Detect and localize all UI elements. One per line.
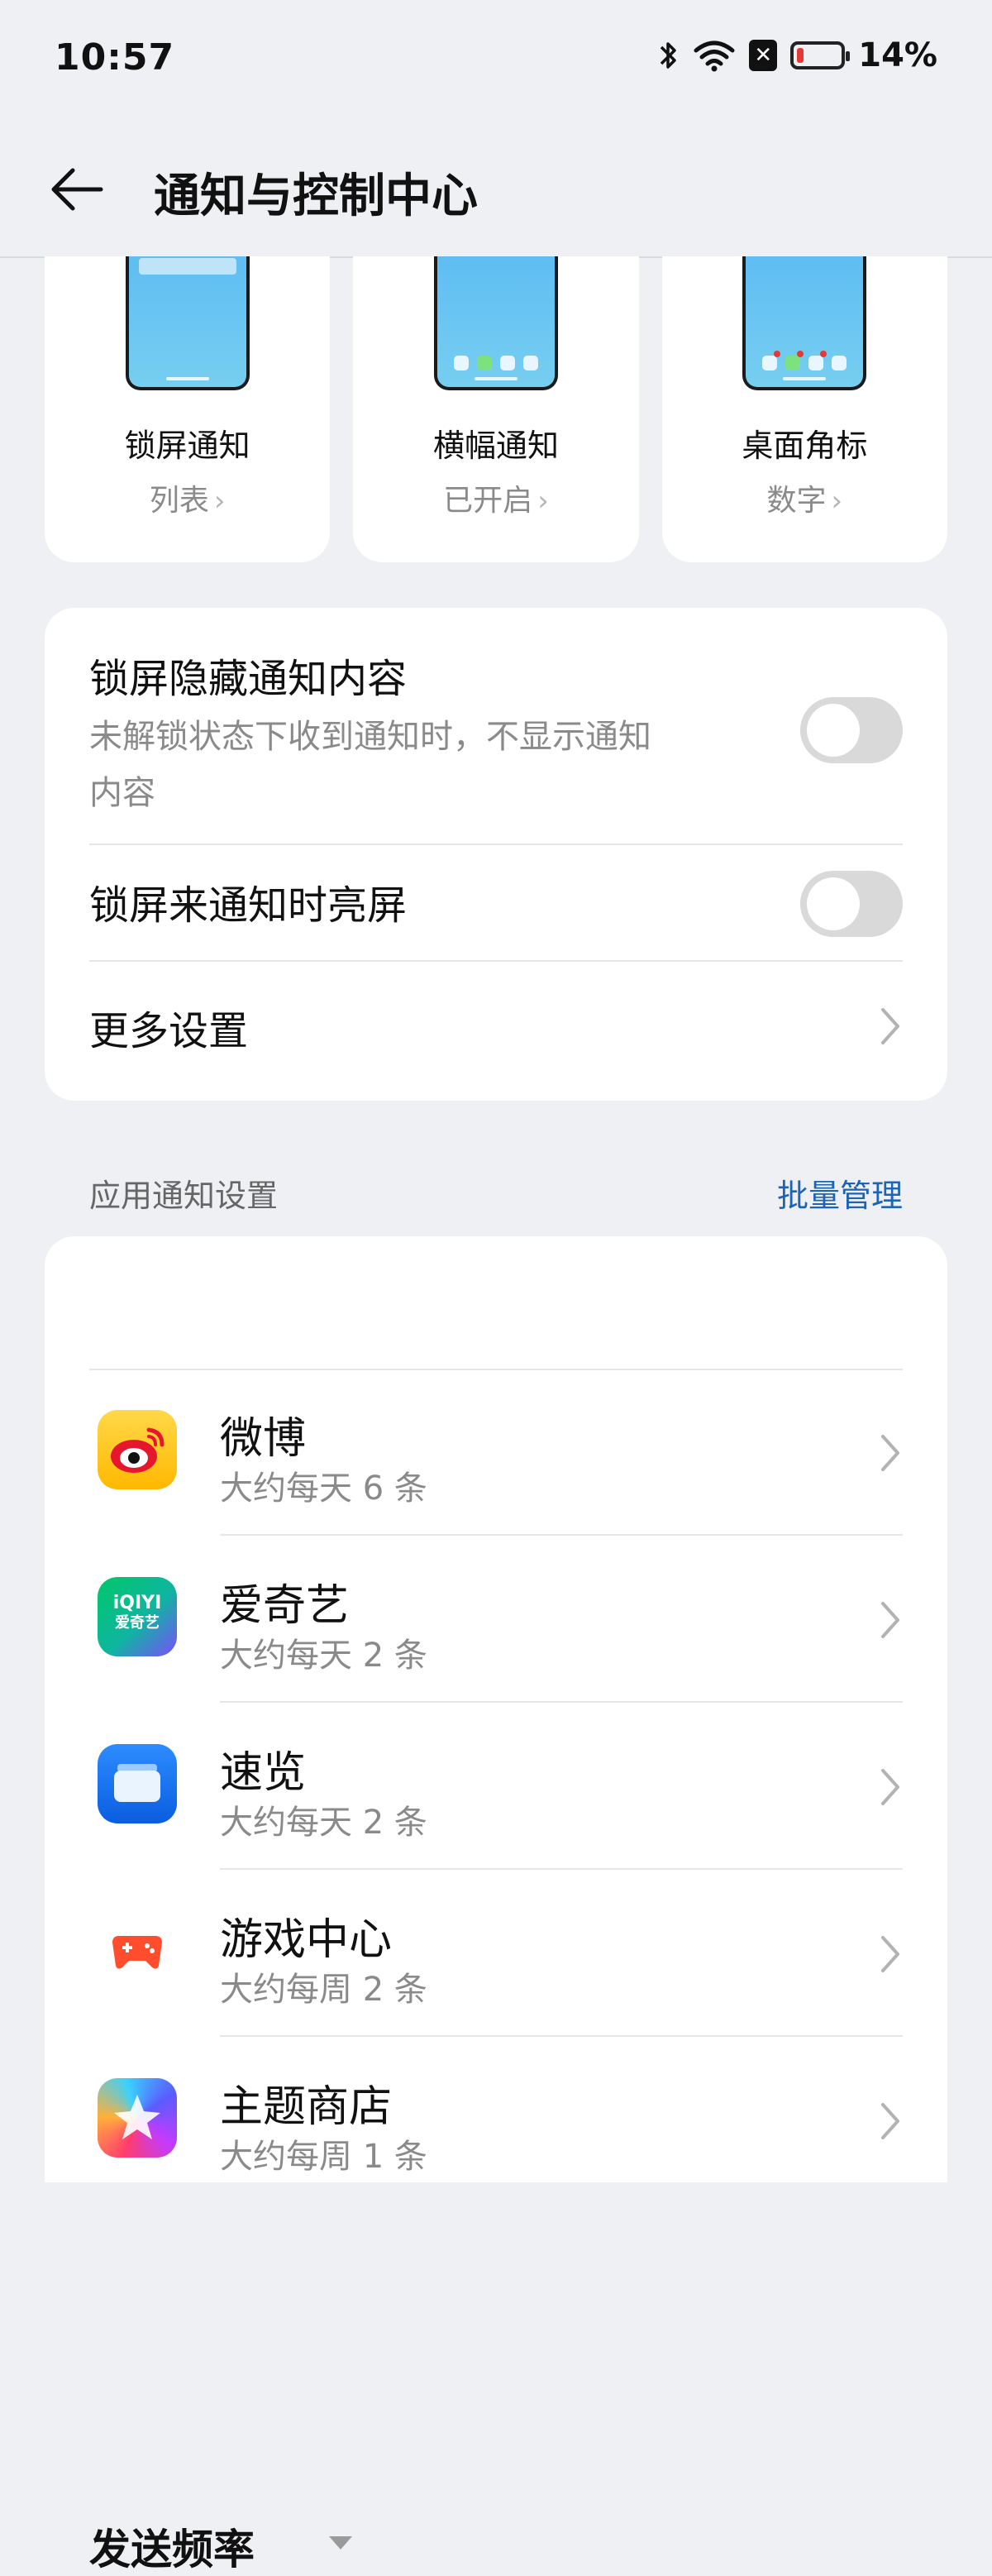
- status-time: 10:57: [55, 36, 175, 79]
- wake-screen-title: 锁屏来通知时亮屏: [89, 882, 408, 929]
- hide-content-subtitle: 未解锁状态下收到通知时，不显示通知 内容: [89, 718, 651, 812]
- more-settings-row[interactable]: 更多设置: [89, 998, 903, 1056]
- app-name: 游戏中心: [220, 1915, 393, 1965]
- app-row-sulan[interactable]: 速览 大约每天 2 条: [45, 1704, 947, 1870]
- sort-dropdown[interactable]: 发送频率: [89, 2516, 255, 2576]
- lockscreen-preview-image: [125, 256, 250, 390]
- app-row-theme-store[interactable]: 主题商店 大约每周 1 条: [45, 2038, 947, 2204]
- card-value: 数字 ›: [766, 484, 843, 518]
- sim-off-icon: ✕: [749, 40, 778, 71]
- wifi-icon: [694, 41, 735, 72]
- app-row-weibo[interactable]: 微博 大约每天 6 条: [45, 1370, 947, 1536]
- weibo-icon: [98, 1410, 177, 1489]
- hide-content-row[interactable]: 锁屏隐藏通知内容 未解锁状态下收到通知时，不显示通知 内容: [89, 646, 903, 821]
- chevron-right-icon: [881, 1602, 899, 1638]
- card-label: 桌面角标: [742, 428, 868, 464]
- battery-icon: [790, 41, 851, 69]
- app-name: 速览: [220, 1748, 307, 1798]
- app-name: 主题商店: [220, 2082, 393, 2132]
- wake-screen-toggle[interactable]: [800, 871, 903, 937]
- status-bar: 10:57 ✕ 14%: [0, 0, 992, 116]
- chevron-right-icon: [881, 1435, 899, 1471]
- page-title: 通知与控制中心: [154, 170, 478, 223]
- game-center-icon: [98, 1911, 177, 1991]
- chevron-right-icon: ›: [831, 485, 843, 518]
- chevron-right-icon: [881, 2103, 899, 2139]
- app-name: 爱奇艺: [220, 1581, 350, 1631]
- banner-notification-card[interactable]: 横幅通知 已开启 ›: [353, 256, 639, 562]
- app-row-iqiyi[interactable]: iQIYI 爱奇艺 爱奇艺 大约每天 2 条: [45, 1537, 947, 1703]
- card-value: 已开启 ›: [443, 484, 549, 518]
- theme-store-icon: [98, 2078, 177, 2158]
- app-row-game-center[interactable]: 游戏中心 大约每周 2 条: [45, 1871, 947, 2037]
- app-notification-card: 发送频率 微博 大约每天 6 条 iQIYI 爱奇艺 爱奇艺 大约每天 2 条 …: [45, 1236, 947, 2574]
- app-name: 微博: [220, 1414, 307, 1464]
- dropdown-arrow-icon[interactable]: [329, 2536, 352, 2550]
- app-frequency: 大约每周 2 条: [220, 1971, 427, 2009]
- card-label: 锁屏通知: [124, 428, 250, 464]
- status-icons: ✕ 14%: [658, 36, 937, 74]
- lockscreen-settings-card: 锁屏隐藏通知内容 未解锁状态下收到通知时，不显示通知 内容 锁屏来通知时亮屏 更…: [45, 608, 947, 1101]
- desktop-badge-card[interactable]: 桌面角标 数字 ›: [661, 256, 947, 562]
- app-notification-section-label: 应用通知设置: [89, 1178, 279, 1214]
- chevron-right-icon: ›: [213, 485, 226, 518]
- notification-style-row: 锁屏通知 列表 › 横幅通知 已开启 › 桌面角标 数字 ›: [45, 256, 947, 562]
- app-frequency: 大约每天 2 条: [220, 1637, 427, 1675]
- card-value: 列表 ›: [149, 484, 226, 518]
- iqiyi-icon: iQIYI 爱奇艺: [98, 1577, 177, 1656]
- chevron-right-icon: ›: [537, 485, 549, 518]
- more-settings-title: 更多设置: [89, 1008, 249, 1054]
- battery-percent: 14%: [858, 36, 937, 74]
- sulan-icon: [98, 1744, 177, 1823]
- app-frequency: 大约每周 1 条: [220, 2138, 427, 2176]
- batch-manage-link[interactable]: 批量管理: [777, 1170, 903, 1216]
- hide-content-title: 锁屏隐藏通知内容: [89, 656, 408, 702]
- card-label: 横幅通知: [432, 428, 559, 464]
- lockscreen-notification-card[interactable]: 锁屏通知 列表 ›: [45, 256, 331, 562]
- app-frequency: 大约每天 6 条: [220, 1470, 427, 1508]
- chevron-right-icon: [881, 1769, 899, 1805]
- hide-content-toggle[interactable]: [800, 697, 903, 763]
- bluetooth-icon: [661, 42, 676, 69]
- badge-preview-image: [742, 256, 867, 390]
- app-frequency: 大约每天 2 条: [220, 1804, 427, 1842]
- banner-preview-image: [433, 256, 558, 390]
- app-header: 通知与控制中心: [0, 124, 992, 258]
- chevron-right-icon: [881, 1008, 899, 1044]
- back-arrow-icon[interactable]: [46, 159, 107, 220]
- wake-screen-row[interactable]: 锁屏来通知时亮屏: [89, 872, 903, 930]
- chevron-right-icon: [881, 1936, 899, 1972]
